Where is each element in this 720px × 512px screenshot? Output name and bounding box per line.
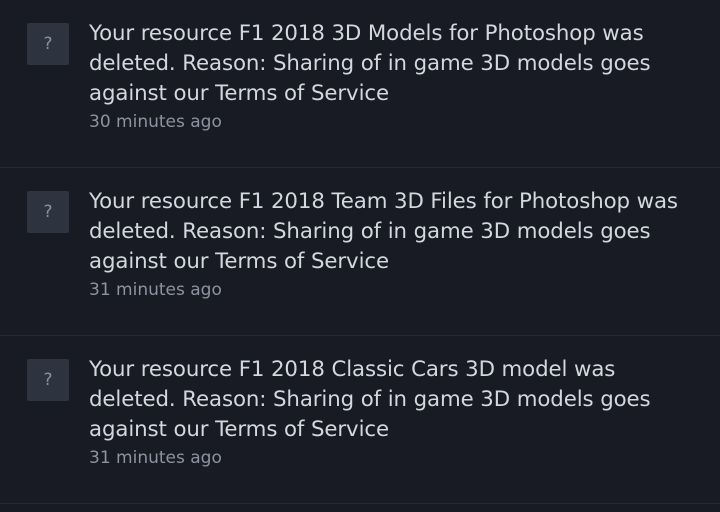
avatar-placeholder-icon[interactable]: ? bbox=[27, 23, 69, 65]
avatar-placeholder-icon[interactable]: ? bbox=[27, 359, 69, 401]
notification-list: ? Your resource F1 2018 3D Models for Ph… bbox=[0, 0, 720, 504]
notification-message[interactable]: Your resource F1 2018 Team 3D Files for … bbox=[89, 187, 699, 278]
notification-timestamp: 30 minutes ago bbox=[89, 111, 222, 132]
notification-item[interactable]: ? Your resource F1 2018 Classic Cars 3D … bbox=[0, 336, 720, 504]
notification-item[interactable]: ? Your resource F1 2018 3D Models for Ph… bbox=[0, 0, 720, 168]
notification-content: Your resource F1 2018 Team 3D Files for … bbox=[89, 187, 699, 301]
notification-content: Your resource F1 2018 3D Models for Phot… bbox=[89, 19, 699, 133]
avatar-placeholder-icon[interactable]: ? bbox=[27, 191, 69, 233]
notification-content: Your resource F1 2018 Classic Cars 3D mo… bbox=[89, 355, 699, 469]
avatar-glyph: ? bbox=[43, 370, 53, 390]
avatar-glyph: ? bbox=[43, 34, 53, 54]
notification-message[interactable]: Your resource F1 2018 Classic Cars 3D mo… bbox=[89, 355, 699, 446]
notification-timestamp: 31 minutes ago bbox=[89, 279, 222, 300]
notification-item[interactable]: ? Your resource F1 2018 Team 3D Files fo… bbox=[0, 168, 720, 336]
notification-timestamp: 31 minutes ago bbox=[89, 447, 222, 468]
avatar-glyph: ? bbox=[43, 202, 53, 222]
notification-message[interactable]: Your resource F1 2018 3D Models for Phot… bbox=[89, 19, 699, 110]
